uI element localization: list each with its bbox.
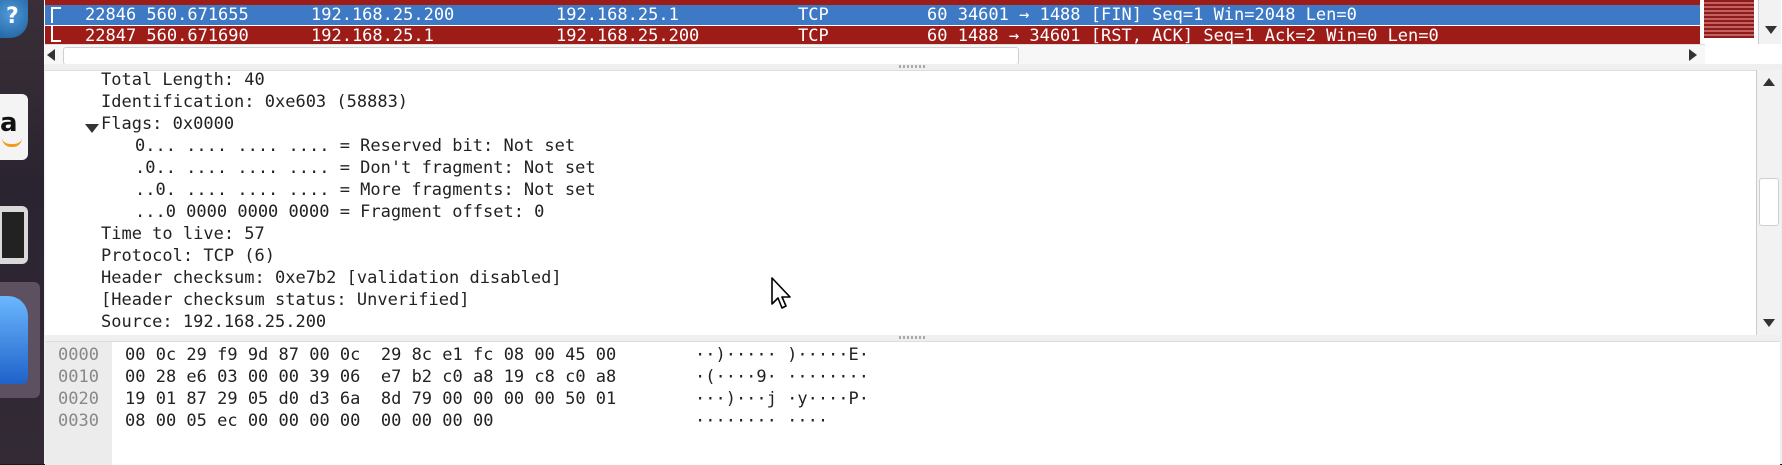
scroll-right-icon[interactable]	[1689, 49, 1697, 61]
scroll-down-icon[interactable]	[1763, 319, 1775, 327]
detail-fragment-offset[interactable]: ...0 0000 0000 0000 = Fragment offset: 0	[135, 201, 544, 223]
byte-offset: 0020	[58, 389, 99, 409]
packet-row-selected[interactable]: 22846 560.671655 192.168.25.200 192.168.…	[45, 5, 1700, 25]
detail-flags[interactable]: Flags: 0x0000	[101, 113, 234, 135]
scroll-left-icon[interactable]	[47, 49, 55, 61]
detail-ttl[interactable]: Time to live: 57	[101, 223, 265, 245]
detail-source[interactable]: Source: 192.168.25.200	[101, 311, 326, 333]
byte-hex[interactable]: 00 28 e6 03 00 00 39 06 e7 b2 c0 a8 19 c…	[125, 366, 616, 388]
packet-minimap[interactable]	[1704, 0, 1754, 38]
byte-offset: 0030	[58, 411, 99, 431]
byte-ascii[interactable]: ········ ····	[695, 410, 828, 432]
expand-triangle-icon[interactable]	[85, 124, 99, 133]
packet-info: 60 34601 → 1488 [FIN] Seq=1 Win=2048 Len…	[927, 5, 1357, 25]
scroll-down-icon[interactable]	[1765, 26, 1777, 34]
byte-ascii[interactable]: ·(····9· ········	[695, 366, 869, 388]
help-icon[interactable]: ?	[0, 0, 28, 38]
hscroll-thumb[interactable]	[63, 47, 1019, 65]
conversation-bracket-icon	[51, 7, 61, 23]
detail-more-fragments[interactable]: ..0. .... .... .... = More fragments: No…	[135, 179, 596, 201]
detail-header-checksum[interactable]: Header checksum: 0xe7b2 [validation disa…	[101, 267, 562, 289]
packet-info: 60 1488 → 34601 [RST, ACK] Seq=1 Ack=2 W…	[927, 26, 1439, 45]
wireshark-main: 22846 560.671655 192.168.25.200 192.168.…	[44, 0, 1782, 465]
wireshark-icon[interactable]	[0, 282, 40, 398]
packet-row[interactable]: 22847 560.671690 192.168.25.1 192.168.25…	[45, 26, 1700, 45]
launcher-dock: ? a	[0, 0, 44, 464]
detail-checksum-status[interactable]: [Header checksum status: Unverified]	[101, 289, 469, 311]
byte-hex[interactable]: 00 0c 29 f9 9d 87 00 0c 29 8c e1 fc 08 0…	[125, 344, 616, 366]
scroll-up-icon[interactable]	[1763, 78, 1775, 86]
packet-source: 192.168.25.200	[311, 5, 455, 25]
byte-ascii[interactable]: ···)···j ·y····P·	[695, 388, 869, 410]
byte-offset: 0010	[58, 367, 99, 387]
packet-bytes: 0000 00 0c 29 f9 9d 87 00 0c 29 8c e1 fc…	[45, 341, 1780, 465]
packet-list-hscrollbar[interactable]	[45, 44, 1705, 65]
packet-destination: 192.168.25.1	[556, 5, 679, 25]
detail-protocol[interactable]: Protocol: TCP (6)	[101, 245, 275, 267]
packet-details: Total Length: 40 Identification: 0xe603 …	[45, 70, 1756, 336]
vscroll-thumb[interactable]	[1759, 178, 1779, 226]
amazon-icon[interactable]: a	[0, 94, 28, 160]
terminal-icon[interactable]	[0, 206, 28, 264]
byte-offset: 0000	[58, 345, 99, 365]
detail-total-length[interactable]: Total Length: 40	[101, 71, 265, 91]
packet-no-time: 22846 560.671655	[85, 5, 249, 25]
conversation-bracket-icon	[51, 26, 61, 42]
packet-destination: 192.168.25.200	[556, 26, 700, 45]
packet-no-time: 22847 560.671690	[85, 26, 249, 45]
packet-list: 22846 560.671655 192.168.25.200 192.168.…	[44, 0, 1782, 66]
byte-ascii[interactable]: ··)····· )·····E·	[695, 344, 869, 366]
detail-dont-fragment[interactable]: .0.. .... .... .... = Don't fragment: No…	[135, 157, 596, 179]
detail-identification[interactable]: Identification: 0xe603 (58883)	[101, 91, 408, 113]
packet-source: 192.168.25.1	[311, 26, 434, 45]
byte-hex[interactable]: 08 00 05 ec 00 00 00 00 00 00 00 00	[125, 410, 493, 432]
packet-protocol: TCP	[798, 5, 829, 25]
byte-hex[interactable]: 19 01 87 29 05 d0 d3 6a 8d 79 00 00 00 0…	[125, 388, 616, 410]
detail-reserved-bit[interactable]: 0... .... .... .... = Reserved bit: Not …	[135, 135, 575, 157]
details-vscrollbar[interactable]	[1756, 70, 1781, 335]
packet-list-vscrollbar[interactable]	[1758, 0, 1781, 44]
mouse-cursor-icon	[771, 277, 791, 309]
packet-protocol: TCP	[798, 26, 829, 45]
